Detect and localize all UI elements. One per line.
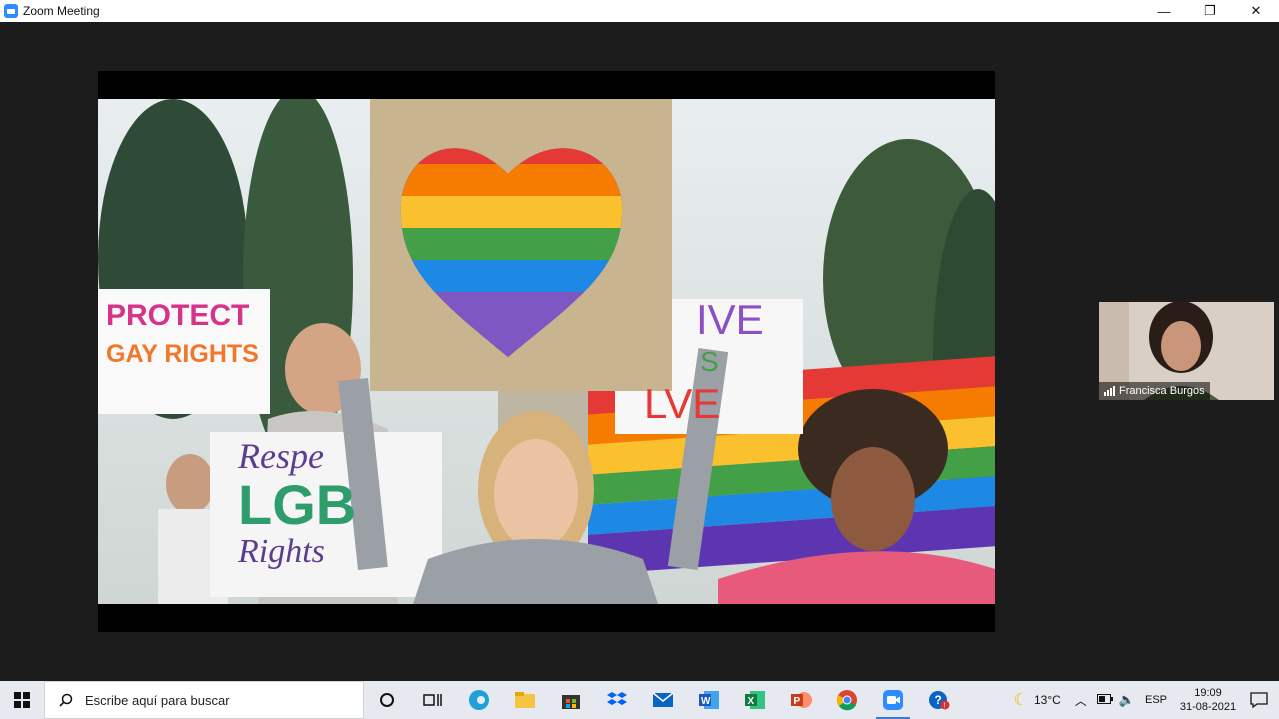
dropbox-icon[interactable]: [594, 681, 640, 719]
system-tray: ☾ 13°C ︿ 🔈 ESP 19:09 31-08-2021: [1014, 681, 1279, 719]
sign-love-line3: LVE: [644, 380, 721, 427]
sign-love: IVE S LVE: [638, 299, 798, 425]
window-title: Zoom Meeting: [23, 4, 100, 18]
svg-text:X: X: [748, 696, 755, 707]
taskbar-search[interactable]: [44, 681, 364, 719]
edge-icon[interactable]: [456, 681, 502, 719]
clock[interactable]: 19:09 31-08-2021: [1177, 686, 1239, 714]
volume-icon[interactable]: 🔈: [1119, 692, 1135, 708]
search-input[interactable]: [83, 691, 347, 709]
restore-button[interactable]: ❐: [1187, 0, 1233, 22]
sign-respect: Respe LGB Rights: [238, 435, 438, 571]
powerpoint-icon[interactable]: P: [778, 681, 824, 719]
svg-text:P: P: [794, 696, 801, 707]
word-icon[interactable]: W: [686, 681, 732, 719]
title-bar: Zoom Meeting — ❐ ✕: [0, 0, 1279, 22]
clock-date: 31-08-2021: [1179, 701, 1237, 713]
sign-protect-line1: PROTECT: [106, 299, 250, 332]
sign-respect-line2: LGB: [238, 473, 357, 536]
svg-text:!: !: [944, 703, 946, 710]
help-icon[interactable]: ?!: [916, 681, 962, 719]
meeting-stage: PROTECT GAY RIGHTS Respe LGB Rights IVE …: [0, 22, 1279, 681]
excel-icon[interactable]: X: [732, 681, 778, 719]
file-explorer-icon[interactable]: [502, 681, 548, 719]
weather-temperature[interactable]: 13°C: [1034, 693, 1061, 707]
store-icon[interactable]: [548, 681, 594, 719]
clock-time: 19:09: [1194, 687, 1222, 699]
participant-thumbnail[interactable]: Francisca Burgos: [1099, 302, 1274, 400]
task-view-icon[interactable]: [410, 681, 456, 719]
cortana-icon[interactable]: [364, 681, 410, 719]
sign-protect: PROTECT GAY RIGHTS: [106, 297, 266, 373]
chrome-icon[interactable]: [824, 681, 870, 719]
signal-strength-icon: [1104, 386, 1115, 396]
window-controls: — ❐ ✕: [1141, 0, 1279, 22]
minimize-button[interactable]: —: [1141, 0, 1187, 22]
zoom-icon[interactable]: [870, 681, 916, 719]
battery-icon[interactable]: [1096, 691, 1113, 709]
windows-icon: [14, 692, 30, 708]
participant-name-tag: Francisca Burgos: [1099, 382, 1210, 400]
chevron-up-icon[interactable]: ︿: [1075, 692, 1087, 709]
zoom-app-icon: [4, 4, 18, 18]
svg-text:W: W: [701, 696, 711, 707]
windows-taskbar: W X P ?! ☾ 13°C ︿ 🔈 ESP 19:09 31-08-2021: [0, 681, 1279, 719]
sign-protect-line2: GAY RIGHTS: [106, 340, 259, 368]
sign-love-line1: IVE: [696, 296, 764, 343]
search-icon: [59, 693, 73, 707]
shared-video[interactable]: PROTECT GAY RIGHTS Respe LGB Rights IVE …: [98, 71, 995, 632]
mail-icon[interactable]: [640, 681, 686, 719]
close-button[interactable]: ✕: [1233, 0, 1279, 22]
sign-love-line2: S: [700, 346, 719, 377]
sign-respect-line1: Respe: [238, 436, 324, 476]
language-indicator[interactable]: ESP: [1145, 694, 1167, 706]
weather-icon[interactable]: ☾: [1014, 690, 1028, 710]
participant-name: Francisca Burgos: [1119, 385, 1205, 397]
sign-respect-line3: Rights: [238, 533, 325, 570]
notification-icon[interactable]: [1239, 692, 1279, 708]
start-button[interactable]: [0, 681, 44, 719]
